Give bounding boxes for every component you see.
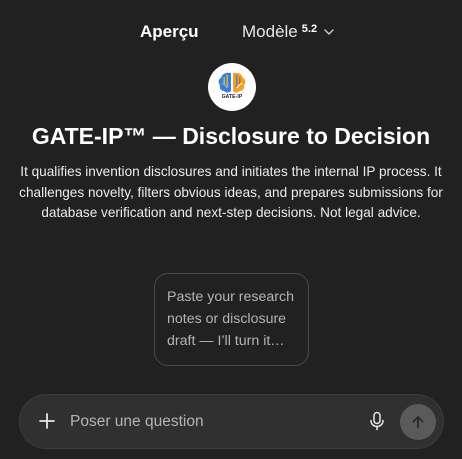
model-selector[interactable]: Modèle 5.2 (242, 22, 335, 42)
brain-icon (218, 72, 246, 93)
tab-preview[interactable]: Aperçu (140, 22, 199, 42)
conversation-starter[interactable]: Paste your research notes or disclosure … (154, 273, 309, 366)
gpt-description: It qualifies invention disclosures and i… (19, 164, 443, 220)
composer (19, 394, 444, 449)
gpt-logo: GATE-IP (208, 63, 256, 111)
model-version: 5.2 (301, 23, 318, 35)
model-selector-label: Modèle (242, 22, 298, 41)
microphone-icon[interactable] (368, 411, 386, 431)
gpt-preview-page: Aperçu Modèle 5.2 GATE-IP GATE-IP™ — Dis… (0, 0, 462, 459)
chevron-down-icon (324, 29, 334, 35)
send-button[interactable] (400, 404, 436, 440)
arrow-up-icon (412, 416, 424, 428)
prompt-input[interactable] (70, 411, 350, 433)
logo-wordmark: GATE-IP (221, 94, 243, 100)
top-tabs: Aperçu Modèle 5.2 (0, 0, 462, 66)
plus-icon[interactable] (38, 412, 56, 430)
gpt-title: GATE-IP™ — Disclosure to Decision (31, 123, 431, 149)
